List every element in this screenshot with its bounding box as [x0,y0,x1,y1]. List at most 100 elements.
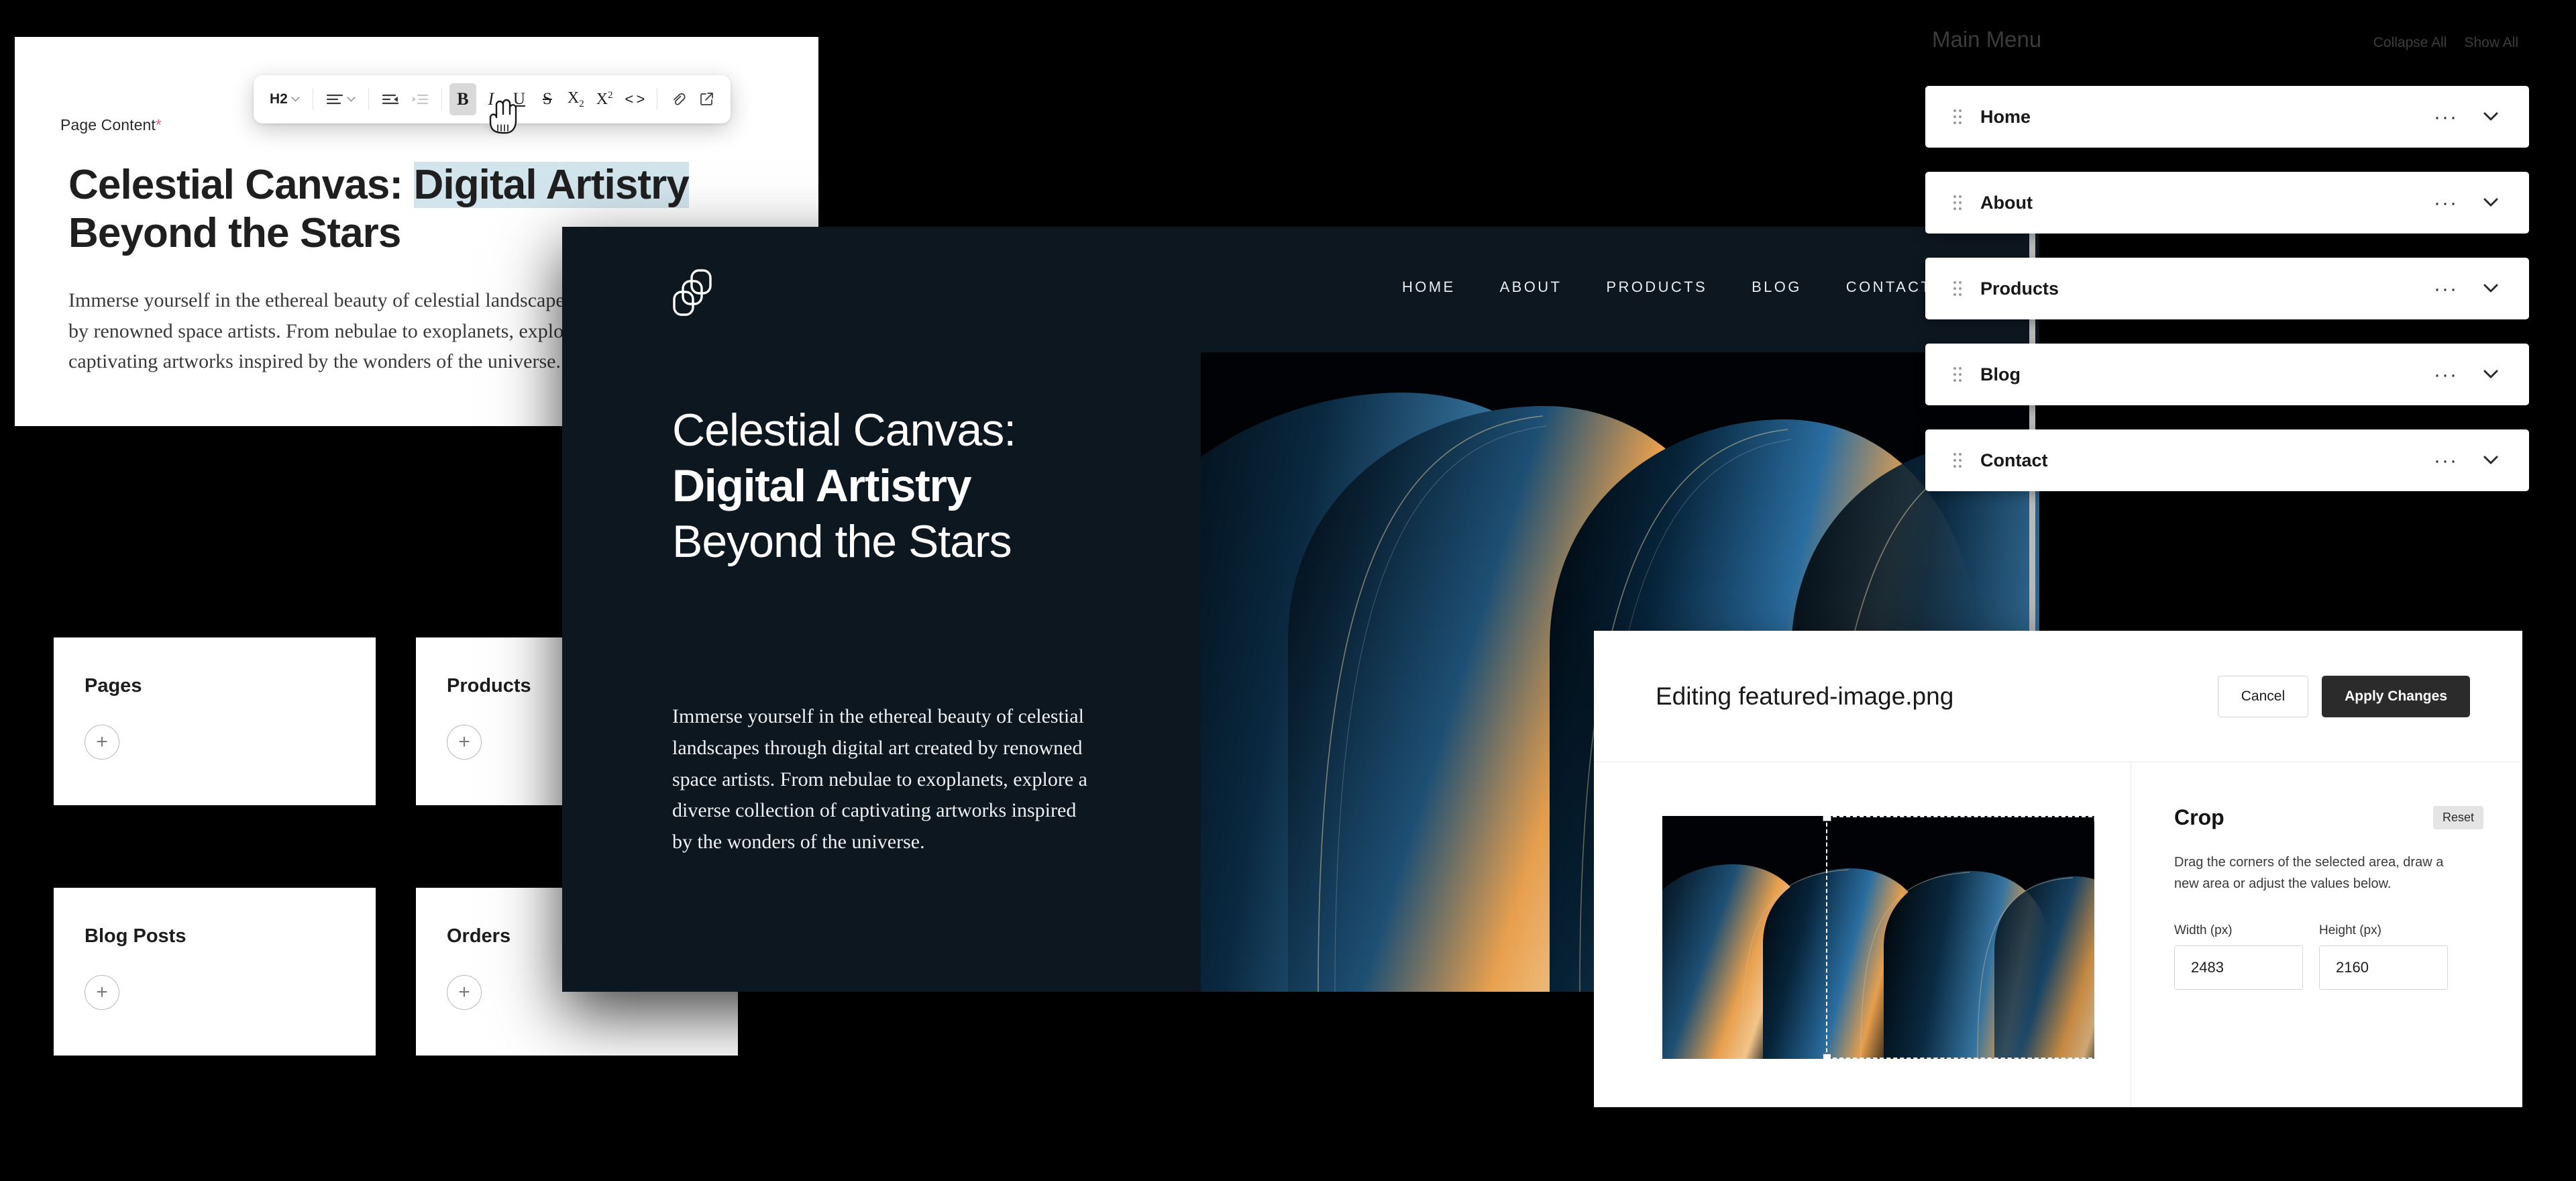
chevron-down-icon [347,97,356,102]
crop-height-input[interactable]: 2160 [2319,945,2448,990]
chevron-down-icon [291,97,300,102]
more-options-icon[interactable]: ··· [2434,193,2458,213]
crop-selection-box[interactable] [1823,816,2094,1059]
dialog-body: Crop Reset Drag the corners of the selec… [1594,762,2522,1107]
indent-icon [412,94,428,105]
subscript-button[interactable]: X2 [562,83,590,115]
indent-button[interactable] [406,83,434,115]
more-options-icon[interactable]: ··· [2434,450,2458,470]
nav-link-products[interactable]: PRODUCTS [1606,278,1707,296]
align-left-button[interactable] [321,83,361,115]
add-blog-post-button[interactable]: + [85,975,119,1010]
heading-prefix-text: Celestial Canvas: [68,162,414,208]
add-page-button[interactable]: + [85,725,119,760]
heading-level-label: H2 [270,91,288,107]
crop-description-text: Drag the corners of the selected area, d… [2174,855,2444,892]
drag-handle-icon[interactable] [1953,195,1962,210]
heading-level-select[interactable]: H2 [264,83,305,115]
menu-item-label: Products [1980,278,2059,299]
superscript-icon: X2 [596,90,613,108]
site-nav: HOME ABOUT PRODUCTS BLOG CONTACT [1402,278,1932,296]
menu-item-about[interactable]: About ··· [1925,172,2529,234]
nav-link-home[interactable]: HOME [1402,278,1456,296]
code-button[interactable]: < > [620,83,650,115]
page-content-label-text: Page Content [60,116,156,134]
dialog-title: Editing featured-image.png [1656,682,1954,710]
menu-item-contact[interactable]: Contact ··· [1925,429,2529,491]
chevron-down-icon[interactable] [2483,112,2498,121]
bold-button[interactable]: B [449,83,476,115]
heading-selected-text: Digital Artistry [413,162,690,208]
crop-handle-top-left[interactable] [1823,816,1831,821]
superscript-button[interactable]: X2 [591,83,619,115]
dashboard-card-title: Products [447,675,531,697]
dashboard-card-pages[interactable]: Pages + [54,637,376,805]
add-order-button[interactable]: + [447,975,482,1010]
dashboard-card-blog-posts[interactable]: Blog Posts + [54,888,376,1056]
menu-item-label: Home [1980,106,2031,127]
drag-handle-icon[interactable] [1953,109,1962,124]
cancel-button[interactable]: Cancel [2217,675,2309,717]
outdent-button[interactable] [376,83,405,115]
dashboard-card-title: Pages [85,675,142,697]
main-menu-title: Main Menu [1932,27,2042,52]
nav-link-about[interactable]: ABOUT [1500,278,1562,296]
hero-heading: Celestial Canvas: Digital Artistry Beyon… [672,403,1128,570]
align-left-icon [326,94,343,105]
dashboard-card-title: Blog Posts [85,925,186,947]
drag-handle-icon[interactable] [1953,367,1962,382]
crop-width-label: Width (px) [2174,923,2233,937]
hero-heading-block: Celestial Canvas: Digital Artistry Beyon… [672,403,1128,570]
external-link-button[interactable] [693,83,720,115]
hero-heading-line-2: Digital Artistry [672,460,972,511]
toolbar-divider [441,89,442,110]
link-button[interactable] [665,83,692,115]
main-menu-panel: Main Menu Collapse All Show All Home ···… [1925,27,2529,491]
main-menu-actions: Collapse All Show All [2373,35,2518,51]
menu-item-label: Blog [1980,364,2021,384]
collapse-all-button[interactable]: Collapse All [2373,35,2447,51]
drag-handle-icon[interactable] [1953,453,1962,468]
crop-dimension-fields: Width (px) 2483 Height (px) 2160 [2174,923,2483,990]
menu-item-home[interactable]: Home ··· [1925,86,2529,148]
crop-height-label: Height (px) [2319,923,2381,937]
nav-link-contact[interactable]: CONTACT [1846,278,1933,296]
nav-link-blog[interactable]: BLOG [1752,278,1802,296]
hero-heading-line-1: Celestial Canvas: [672,405,1016,456]
hero-heading-line-3: Beyond the Stars [672,515,1012,567]
more-options-icon[interactable]: ··· [2434,107,2458,127]
show-all-button[interactable]: Show All [2464,35,2518,51]
drag-handle-icon[interactable] [1953,281,1962,296]
chevron-down-icon[interactable] [2483,456,2498,465]
crop-width-input[interactable]: 2483 [2174,945,2303,990]
strikethrough-button[interactable]: S [534,83,561,115]
chevron-down-icon[interactable] [2483,198,2498,207]
chevron-down-icon[interactable] [2483,370,2498,379]
menu-item-blog[interactable]: Blog ··· [1925,344,2529,405]
menu-item-label: Contact [1980,450,2048,470]
crop-preview-pane [1594,762,2131,1107]
outdent-icon [382,94,398,105]
main-menu-header: Main Menu Collapse All Show All [1925,27,2529,62]
dialog-header: Editing featured-image.png Cancel Apply … [1594,631,2522,762]
bold-icon: B [457,89,469,109]
menu-item-products[interactable]: Products ··· [1925,258,2529,319]
required-asterisk: * [155,116,162,134]
crop-handle-bottom-left[interactable] [1823,1054,1831,1059]
link-icon [674,93,686,105]
hero-paragraph: Immerse yourself in the ethereal beauty … [672,705,1087,854]
more-options-icon[interactable]: ··· [2434,278,2458,299]
hand-cursor-pointer [487,98,518,139]
more-options-icon[interactable]: ··· [2434,364,2458,384]
crop-reset-button[interactable]: Reset [2432,806,2483,829]
toolbar-divider [368,89,369,110]
crop-width-field-group: Width (px) 2483 [2174,923,2303,990]
apply-changes-button[interactable]: Apply Changes [2322,675,2470,717]
crop-height-field-group: Height (px) 2160 [2319,923,2448,990]
add-product-button[interactable]: + [447,725,482,760]
page-content-field-label: Page Content* [60,116,162,134]
chevron-down-icon[interactable] [2483,284,2498,293]
image-editing-dialog: Editing featured-image.png Cancel Apply … [1594,631,2522,1107]
crop-preview-image[interactable] [1662,816,2094,1059]
crop-section-title: Crop [2174,805,2224,829]
